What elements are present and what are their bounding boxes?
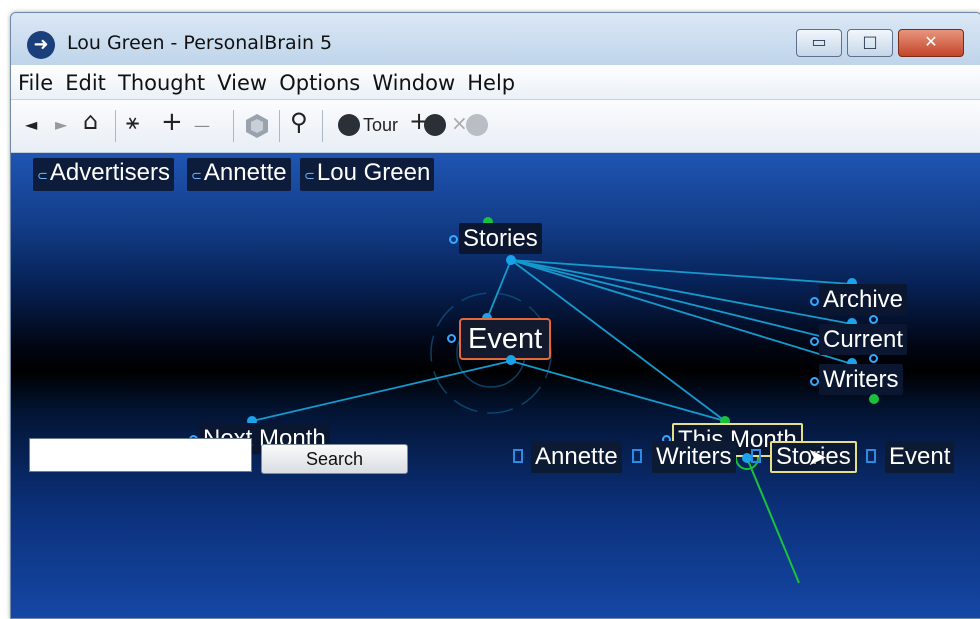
menu-bar: File Edit Thought View Options Window He… [11, 65, 980, 100]
back-icon[interactable]: ◄ [25, 115, 37, 134]
pin-annette[interactable]: ⊂Annette [187, 158, 291, 191]
jump-gate[interactable] [449, 235, 458, 244]
link-stories-writers [510, 259, 853, 365]
link-thoughts-icon[interactable]: ⚹ [126, 110, 139, 135]
pin-label: Annette [203, 159, 287, 186]
brain-hex-icon[interactable] [244, 113, 270, 139]
menu-options[interactable]: Options [279, 65, 360, 95]
pin-label: Advertisers [49, 159, 170, 186]
home-icon[interactable]: ⌂ [83, 107, 98, 135]
search-icon[interactable]: ⚲ [290, 108, 308, 136]
link-event-stories [486, 259, 512, 320]
link-event-next-month [251, 360, 512, 422]
personalbrain-logo-icon: ➜ [27, 31, 55, 59]
pin-lou-green[interactable]: ⊂Lou Green [300, 158, 435, 191]
forward-icon[interactable]: ► [55, 115, 67, 134]
maximize-button[interactable]: □ [847, 29, 893, 57]
toolbar-separator [322, 110, 323, 142]
jump-gate[interactable] [810, 337, 819, 346]
thought-stories[interactable]: Stories [459, 223, 542, 254]
history-gate-icon [632, 449, 642, 463]
toolbar-separator [233, 110, 234, 142]
window-title: Lou Green - PersonalBrain 5 [67, 32, 333, 54]
menu-window[interactable]: Window [372, 65, 455, 95]
jump-gate[interactable] [447, 334, 456, 343]
pin-advertisers[interactable]: ⊂Advertisers [33, 158, 174, 191]
link-event-this-month [510, 360, 726, 422]
child-gate[interactable] [869, 315, 878, 324]
history-writers[interactable]: Writers [652, 441, 736, 473]
menu-help[interactable]: Help [467, 65, 515, 95]
menu-edit[interactable]: Edit [65, 65, 106, 95]
app-window: ➜ Lou Green - PersonalBrain 5 ▭ □ ✕ File… [10, 12, 980, 619]
tour-remove-brain-icon[interactable] [466, 114, 488, 136]
child-gate-dot[interactable] [869, 394, 879, 404]
link-this-month-stories [746, 457, 800, 584]
history-gate-icon [751, 449, 761, 463]
link-stories-current [510, 259, 853, 325]
history-event[interactable]: Event [885, 441, 955, 473]
toolbar-separator [279, 110, 280, 142]
history-gate-icon [513, 449, 523, 463]
close-button[interactable]: ✕ [898, 29, 964, 57]
add-thought-icon[interactable]: + [161, 107, 183, 137]
thought-archive[interactable]: Archive [819, 284, 908, 315]
toolbar: ◄ ► ⌂ ⚹ + — ⚲ Tour + × [11, 100, 980, 153]
history-gate-icon [866, 449, 876, 463]
remove-thought-icon[interactable]: — [194, 116, 210, 135]
menu-thought[interactable]: Thought [118, 65, 205, 95]
child-gate[interactable] [869, 354, 878, 363]
child-gate-dot[interactable] [506, 355, 516, 365]
jump-gate[interactable] [810, 297, 819, 306]
mouse-cursor-icon: ➤ [807, 443, 828, 471]
menu-file[interactable]: File [18, 65, 53, 95]
search-input[interactable] [29, 438, 252, 472]
pin-label: Lou Green [316, 159, 431, 186]
tour-label[interactable]: Tour [363, 115, 398, 136]
thought-current[interactable]: Current [819, 324, 908, 355]
history-annette[interactable]: Annette [531, 441, 622, 473]
search-button[interactable]: Search [261, 444, 408, 474]
child-gate-dot[interactable] [506, 255, 516, 265]
jump-gate[interactable] [810, 377, 819, 386]
toolbar-separator [115, 110, 116, 142]
minimize-button[interactable]: ▭ [796, 29, 842, 57]
plex-canvas[interactable]: ⊂Advertisers ⊂Annette ⊂Lou Green Stories… [11, 153, 980, 618]
active-thought-event[interactable]: Event [459, 318, 552, 360]
menu-view[interactable]: View [217, 65, 267, 95]
tour-add-brain-icon[interactable] [424, 114, 446, 136]
tour-icon[interactable] [338, 114, 360, 136]
thought-writers[interactable]: Writers [819, 364, 903, 395]
title-bar[interactable]: ➜ Lou Green - PersonalBrain 5 ▭ □ ✕ [11, 13, 980, 65]
